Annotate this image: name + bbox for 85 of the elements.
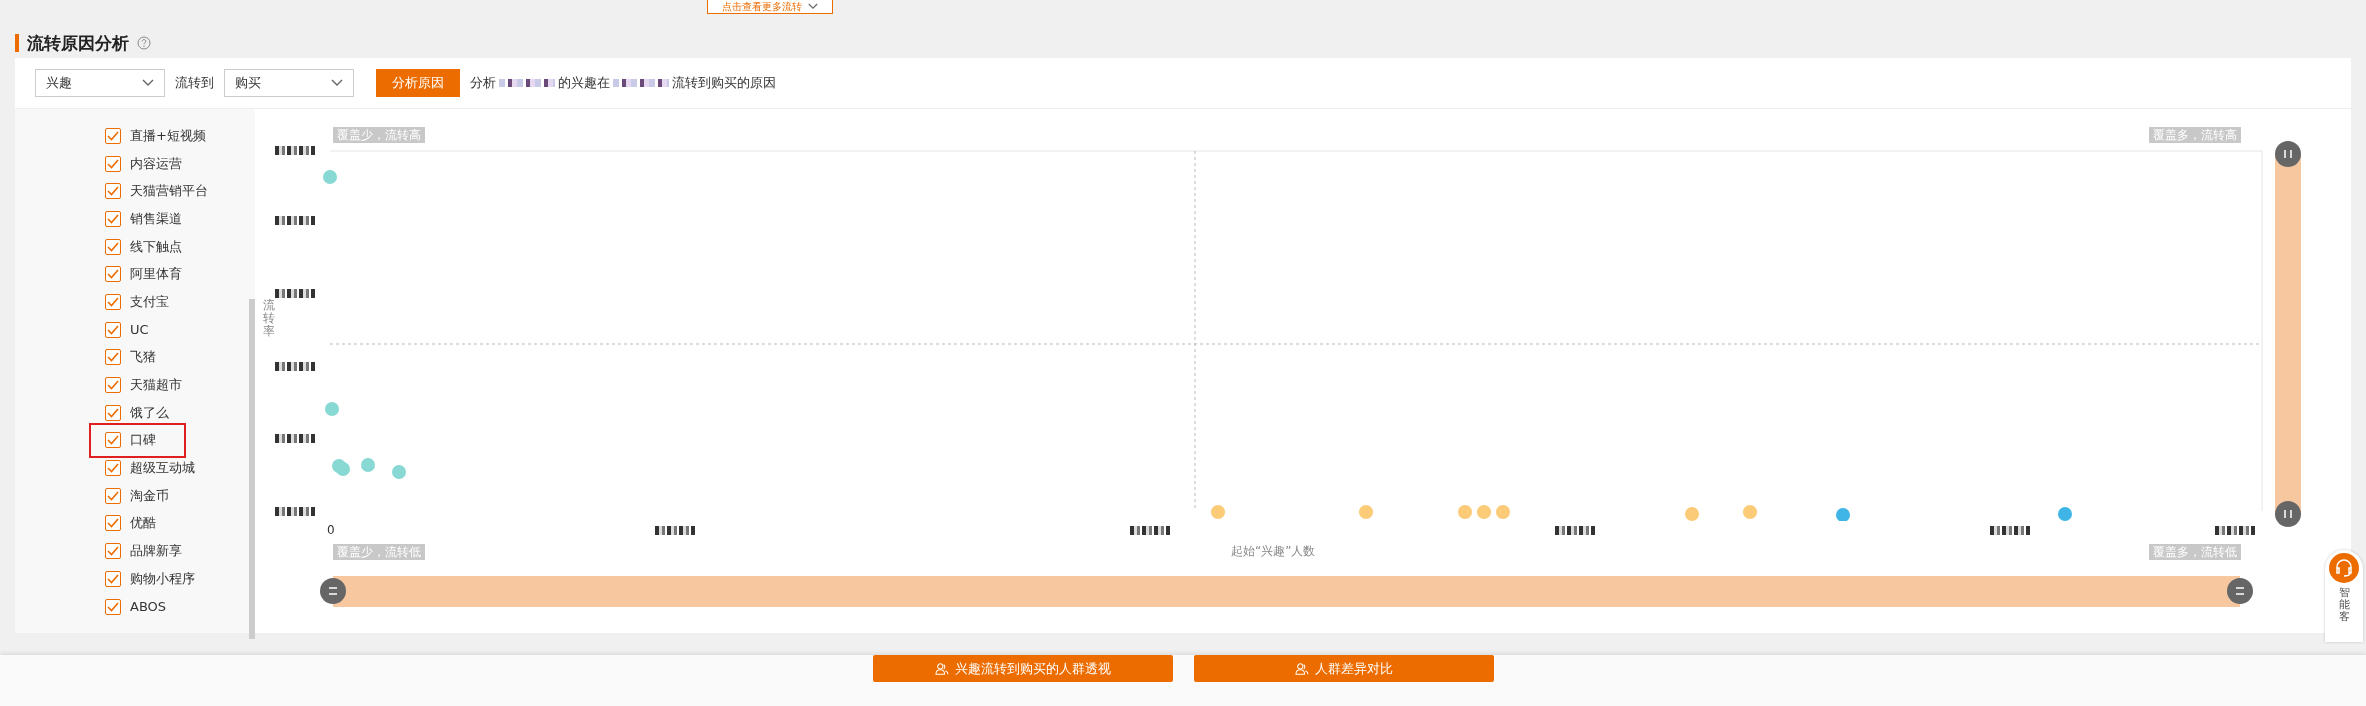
section-title: 流转原因分析 xyxy=(27,31,129,55)
channel-checkbox[interactable]: 口碑 xyxy=(93,426,182,455)
channel-checkbox[interactable]: 支付宝 xyxy=(105,288,177,316)
caret-icon xyxy=(808,3,818,10)
scatter-point xyxy=(1359,505,1373,519)
channel-checkbox[interactable]: 飞猪 xyxy=(105,343,164,372)
checkmark-icon xyxy=(107,546,119,557)
blurred-label xyxy=(655,526,695,535)
checkmark-icon xyxy=(107,573,119,584)
description-text: 的兴趣在 xyxy=(558,74,610,92)
service-widget[interactable]: 智能客 xyxy=(2325,550,2363,642)
description-text: 流转到购买的原因 xyxy=(672,74,776,92)
scatter-point xyxy=(361,458,375,472)
scatter-point xyxy=(323,170,337,184)
scatter-point xyxy=(2058,507,2072,521)
description-text: 分析 xyxy=(470,74,496,92)
checkmark-icon xyxy=(107,352,119,363)
channel-checkbox[interactable]: 天猫营销平台 xyxy=(105,177,216,206)
slider-handle[interactable] xyxy=(2227,578,2253,604)
checkmark-icon xyxy=(107,407,119,418)
blurred-label xyxy=(275,434,315,443)
channel-checkbox[interactable]: 优酷 xyxy=(105,509,164,538)
checkmark-icon xyxy=(107,490,119,501)
scatter-point xyxy=(1211,505,1225,519)
x-axis-title: 起始“兴趣”人数 xyxy=(1231,543,1316,560)
checkmark-icon xyxy=(107,380,119,391)
scatter-point xyxy=(1743,505,1757,519)
channel-checkbox[interactable]: ABOS xyxy=(105,592,175,621)
channel-checkbox[interactable]: UC xyxy=(105,315,157,344)
scatter-point xyxy=(1496,505,1510,519)
scrollbar[interactable] xyxy=(249,299,255,639)
checkmark-icon xyxy=(107,158,119,169)
people-icon xyxy=(1294,662,1309,675)
checkmark-icon xyxy=(107,213,119,224)
channel-checkbox[interactable]: 阿里体育 xyxy=(105,260,190,289)
scatter-point xyxy=(1477,505,1491,519)
blurred-label xyxy=(275,216,315,225)
scatter-point xyxy=(392,465,406,479)
slider-handle[interactable] xyxy=(2275,501,2301,527)
axis-tick-label: 0 xyxy=(327,523,335,537)
checkmark-icon xyxy=(107,130,119,141)
channel-checkbox[interactable]: 品牌新享 xyxy=(105,537,190,565)
scatter-point xyxy=(1458,505,1472,519)
checkmark-icon xyxy=(107,324,119,335)
headset-icon xyxy=(2329,553,2359,583)
blurred-text xyxy=(499,79,555,87)
from-select[interactable]: 兴趣 xyxy=(35,69,165,97)
blurred-label xyxy=(1130,526,1170,535)
scatter-point xyxy=(336,462,350,476)
flow-to-label: 流转到 xyxy=(175,74,214,92)
checkmark-icon xyxy=(107,296,119,307)
slider-handle[interactable] xyxy=(320,578,346,604)
scatter-point xyxy=(1836,508,1850,521)
blurred-label xyxy=(275,507,315,516)
channel-checkbox[interactable]: 直播+短视频 xyxy=(105,122,214,150)
checkmark-icon xyxy=(107,435,119,446)
checkmark-icon xyxy=(107,463,119,474)
checkmark-icon xyxy=(107,269,119,280)
scatter-point xyxy=(1685,507,1699,521)
slider-handle[interactable] xyxy=(2275,141,2301,167)
checkmark-icon xyxy=(107,241,119,252)
y-axis-title: 流转率 xyxy=(263,299,275,339)
blurred-label xyxy=(2215,526,2255,535)
to-select[interactable]: 购买 xyxy=(224,69,354,97)
caret-icon xyxy=(331,79,343,87)
people-icon xyxy=(934,662,949,675)
channel-checkbox[interactable]: 销售渠道 xyxy=(105,205,190,233)
blurred-label xyxy=(275,289,315,298)
caret-icon xyxy=(142,79,154,87)
checkmark-icon xyxy=(107,601,119,612)
channel-checkbox[interactable]: 淘金币 xyxy=(105,481,177,510)
channel-checkbox[interactable]: 内容运营 xyxy=(105,149,190,178)
blurred-label xyxy=(1555,526,1595,535)
channel-checkbox[interactable]: 线下触点 xyxy=(105,232,190,261)
blurred-label xyxy=(1990,526,2030,535)
blurred-label xyxy=(275,146,315,155)
blurred-label xyxy=(275,362,315,371)
channel-checkbox[interactable]: 天猫超市 xyxy=(105,371,190,399)
blurred-text xyxy=(613,79,669,87)
checkmark-icon xyxy=(107,518,119,529)
channel-checkbox[interactable]: 超级互动城 xyxy=(105,454,203,482)
channel-checkbox[interactable]: 购物小程序 xyxy=(105,565,203,593)
scatter-point xyxy=(325,402,339,416)
channel-checkbox[interactable]: 饿了么 xyxy=(105,398,177,427)
checkmark-icon xyxy=(107,186,119,197)
